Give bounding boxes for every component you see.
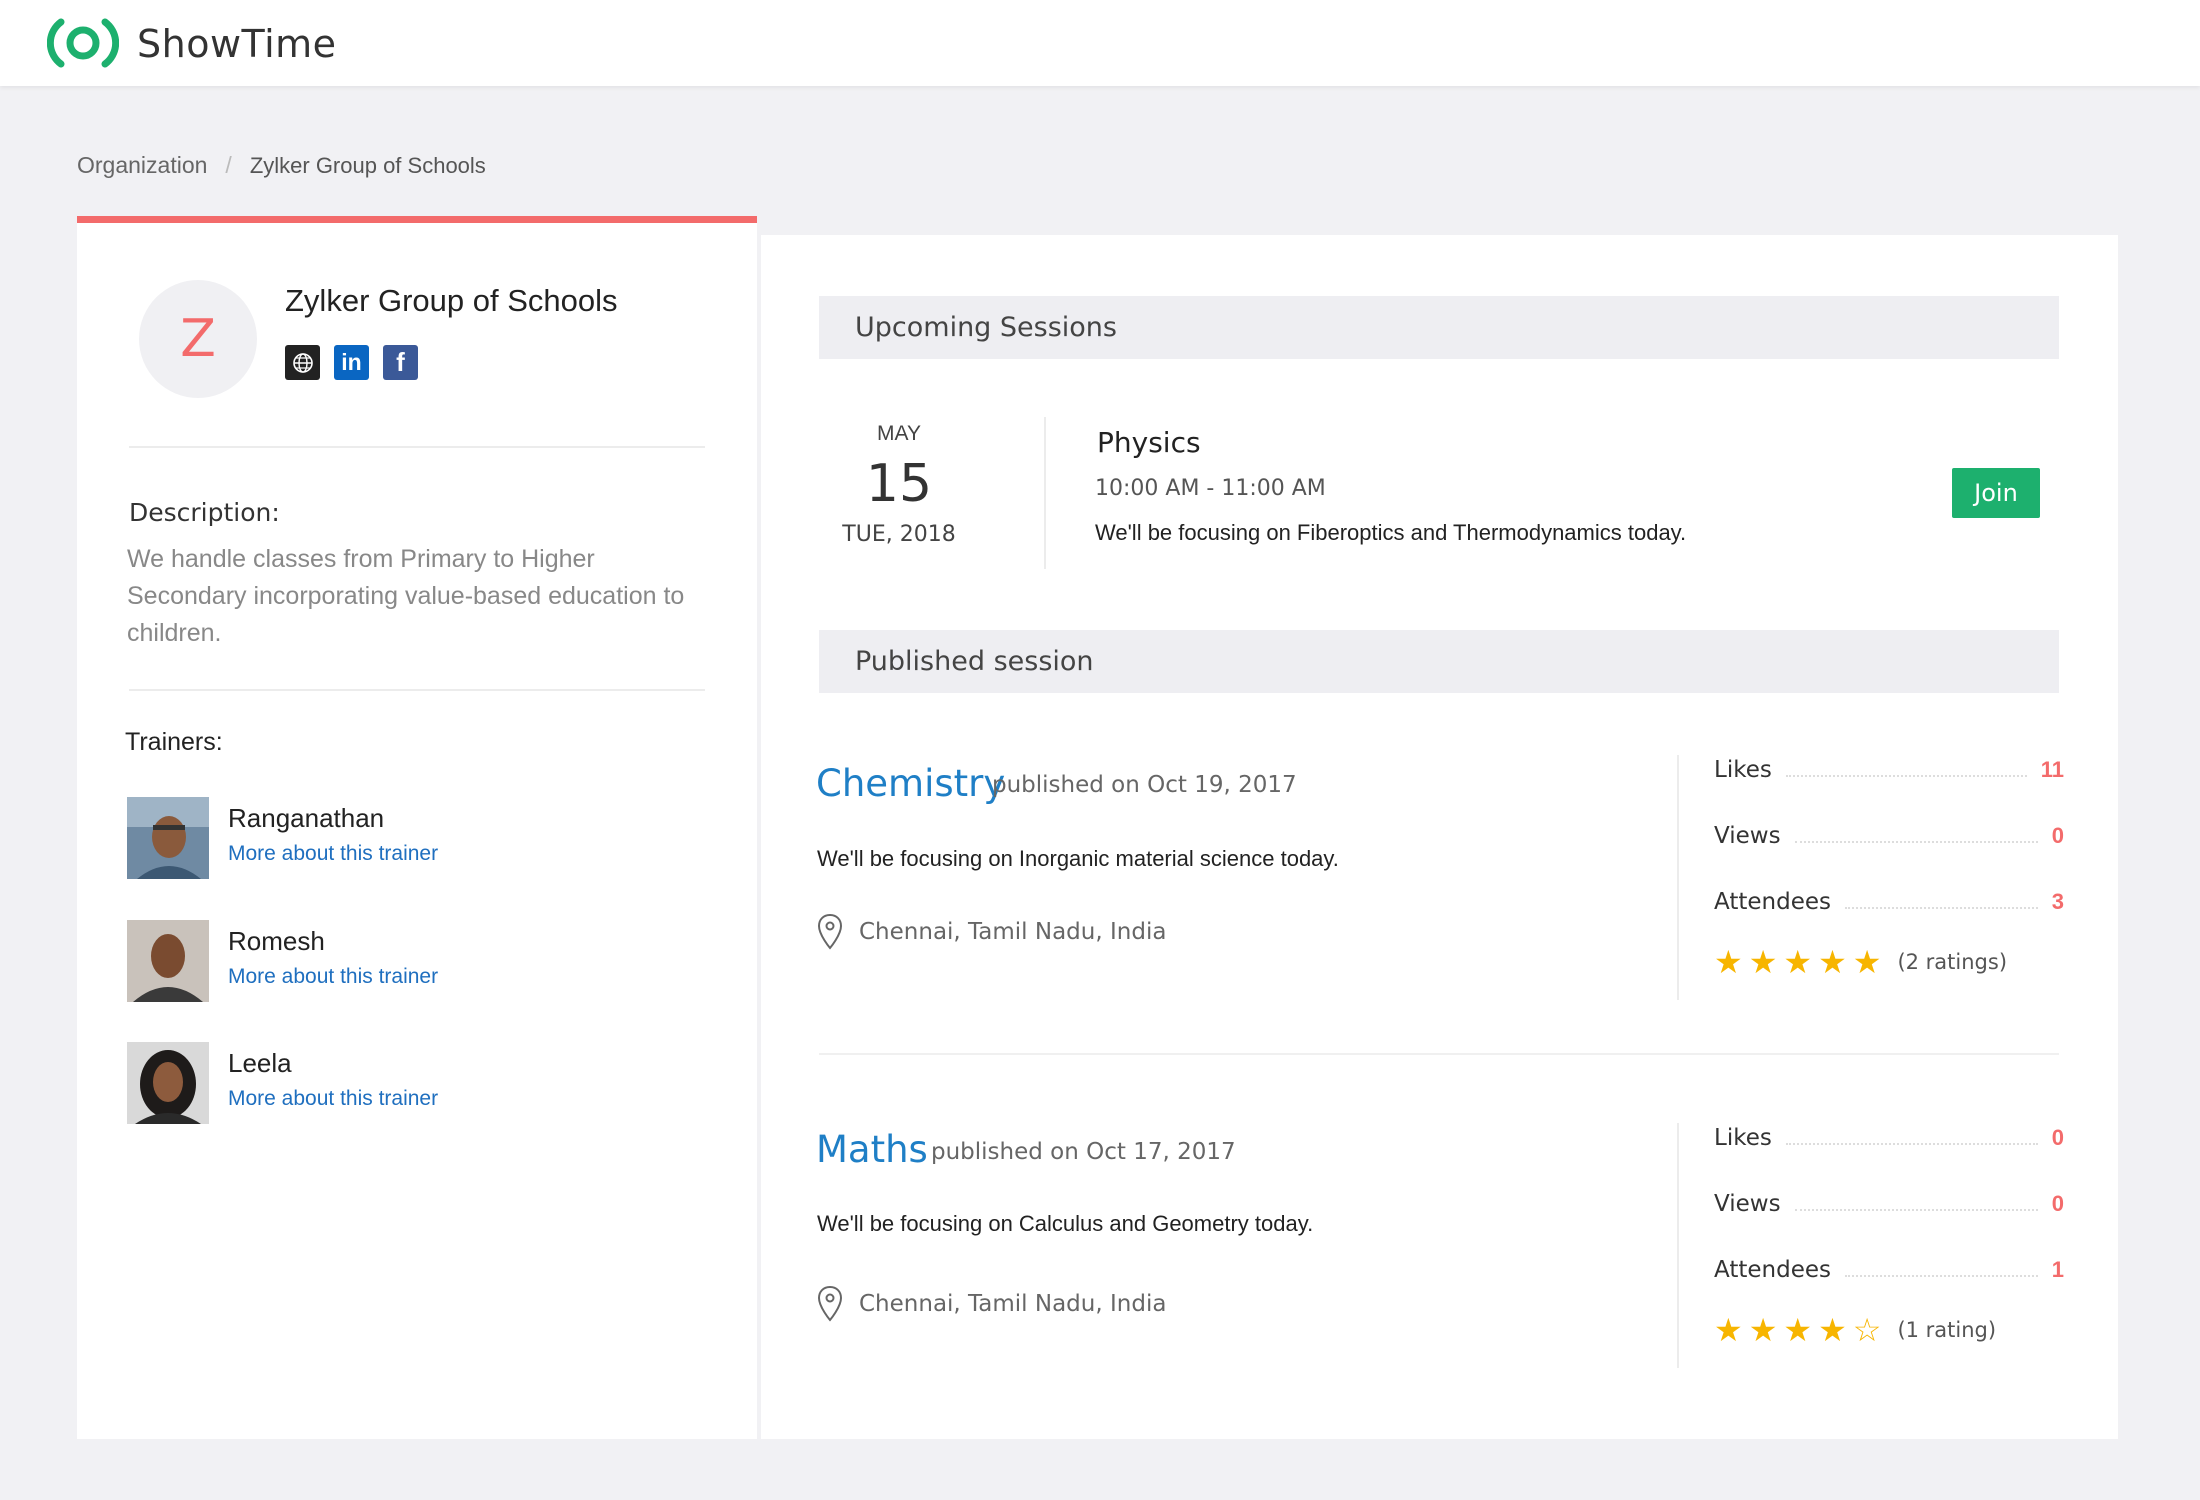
stat-views: Views 0 [1714, 1189, 2064, 1219]
trainer-photo[interactable] [127, 797, 209, 879]
top-bar: ShowTime [0, 0, 2200, 86]
dotted-leader [1844, 895, 2038, 909]
trainer-item: Leela More about this trainer [127, 1042, 687, 1124]
stat-value: 3 [2051, 889, 2064, 914]
star-filled-icon: ★ [1818, 1312, 1847, 1348]
breadcrumb: Organization / Zylker Group of Schools [77, 152, 486, 179]
published-session-date: published on Oct 19, 2017 [992, 772, 1297, 798]
published-session-heading: Published session [819, 630, 2059, 693]
vertical-divider [1677, 1123, 1679, 1368]
published-session-description: We'll be focusing on Calculus and Geomet… [817, 1211, 1314, 1236]
star-filled-icon: ★ [1783, 944, 1813, 980]
session-location: Chennai, Tamil Nadu, India [817, 1285, 1166, 1323]
star-filled-icon: ★ [1714, 1312, 1743, 1348]
breadcrumb-organization[interactable]: Organization [77, 152, 207, 179]
stat-label: Likes [1714, 757, 1772, 783]
trainers-label: Trainers: [125, 728, 223, 756]
rating-count: (1 rating) [1897, 1318, 1997, 1342]
star-rating: ★ ★ ★ ★ ☆ (1 rating) [1714, 1314, 1996, 1346]
star-rating: ★ ★ ★ ★ ★ (2 ratings) [1714, 946, 2007, 978]
star-empty-icon: ☆ [1852, 1312, 1882, 1348]
stat-label: Views [1714, 823, 1781, 849]
description-label: Description: [129, 498, 280, 527]
session-month: MAY [877, 422, 921, 445]
stat-value: 11 [2040, 757, 2064, 782]
star-filled-icon: ★ [1748, 1312, 1778, 1348]
trainer-item: Romesh More about this trainer [127, 920, 687, 1002]
dotted-leader [1794, 829, 2038, 843]
facebook-icon[interactable]: f [383, 345, 418, 380]
linkedin-icon[interactable]: in [334, 345, 369, 380]
location-pin-icon [817, 913, 843, 950]
trainer-name: Ranganathan [228, 803, 385, 833]
trainer-photo[interactable] [127, 920, 209, 1002]
upcoming-session-title[interactable]: Physics [1097, 426, 1201, 459]
app-name[interactable]: ShowTime [137, 22, 337, 66]
published-session-title[interactable]: Chemistry [816, 762, 1005, 805]
stat-label: Attendees [1714, 889, 1831, 915]
vertical-divider [1677, 755, 1679, 1000]
showtime-logo-icon[interactable] [47, 16, 119, 70]
session-separator [819, 1053, 2059, 1055]
star-filled-icon: ★ [1852, 944, 1882, 980]
session-location-text: Chennai, Tamil Nadu, India [859, 919, 1167, 945]
session-location-text: Chennai, Tamil Nadu, India [859, 1291, 1167, 1317]
stat-value: 0 [2051, 823, 2064, 848]
trainer-more-link[interactable]: More about this trainer [228, 965, 438, 989]
session-weekday-year: TUE, 2018 [842, 522, 956, 547]
stat-views: Views 0 [1714, 821, 2064, 851]
upcoming-sessions-heading: Upcoming Sessions [819, 296, 2059, 359]
dotted-leader [1794, 1197, 2038, 1211]
dotted-leader [1785, 1131, 2038, 1145]
org-name: Zylker Group of Schools [285, 283, 618, 318]
star-container: ★ ★ ★ ★ ★ [1714, 946, 1881, 978]
stat-attendees: Attendees 1 [1714, 1255, 2064, 1285]
trainer-more-link[interactable]: More about this trainer [228, 1087, 438, 1111]
stat-value: 0 [2051, 1191, 2064, 1216]
organization-card: Z Zylker Group of Schools in f Descripti… [77, 216, 757, 1439]
trainer-item: Ranganathan More about this trainer [127, 797, 687, 879]
published-session-title[interactable]: Maths [816, 1128, 928, 1171]
upcoming-session-time: 10:00 AM - 11:00 AM [1095, 476, 1326, 501]
trainer-more-link[interactable]: More about this trainer [228, 842, 438, 866]
join-button[interactable]: Join [1952, 468, 2040, 518]
rating-count: (2 ratings) [1897, 950, 2008, 974]
trainer-photo[interactable] [127, 1042, 209, 1124]
divider [129, 446, 705, 448]
trainer-name: Romesh [228, 926, 325, 956]
breadcrumb-separator: / [225, 152, 232, 178]
stat-value: 1 [2051, 1257, 2064, 1282]
star-filled-icon: ★ [1748, 944, 1778, 980]
social-links: in f [285, 345, 418, 380]
stat-label: Attendees [1714, 1257, 1831, 1283]
globe-icon-svg [292, 352, 313, 373]
dotted-leader [1844, 1263, 2038, 1277]
upcoming-session-description: We'll be focusing on Fiberoptics and The… [1095, 520, 1687, 545]
star-filled-icon: ★ [1818, 944, 1847, 980]
session-location: Chennai, Tamil Nadu, India [817, 913, 1166, 951]
org-avatar: Z [139, 280, 257, 398]
session-date: MAY 15 TUE, 2018 [819, 418, 979, 547]
stat-likes: Likes 11 [1714, 755, 2064, 785]
star-filled-icon: ★ [1783, 1312, 1813, 1348]
published-session-description: We'll be focusing on Inorganic material … [817, 846, 1339, 871]
dotted-leader [1785, 763, 2027, 777]
description-text: We handle classes from Primary to Higher… [127, 545, 685, 647]
sessions-card: Upcoming Sessions MAY 15 TUE, 2018 Physi… [761, 235, 2118, 1439]
location-pin-icon [817, 1285, 843, 1322]
stat-label: Likes [1714, 1125, 1772, 1151]
star-container: ★ ★ ★ ★ ☆ [1714, 1314, 1881, 1346]
published-session-date: published on Oct 17, 2017 [931, 1139, 1236, 1165]
stat-label: Views [1714, 1191, 1781, 1217]
vertical-divider [1044, 417, 1046, 569]
trainer-name: Leela [228, 1048, 292, 1078]
star-filled-icon: ★ [1714, 944, 1743, 980]
breadcrumb-current: Zylker Group of Schools [249, 152, 486, 178]
stat-value: 0 [2051, 1125, 2064, 1150]
session-day: 15 [865, 454, 933, 514]
stat-attendees: Attendees 3 [1714, 887, 2064, 917]
globe-icon[interactable] [285, 345, 320, 380]
divider [129, 689, 705, 691]
stat-likes: Likes 0 [1714, 1123, 2064, 1153]
